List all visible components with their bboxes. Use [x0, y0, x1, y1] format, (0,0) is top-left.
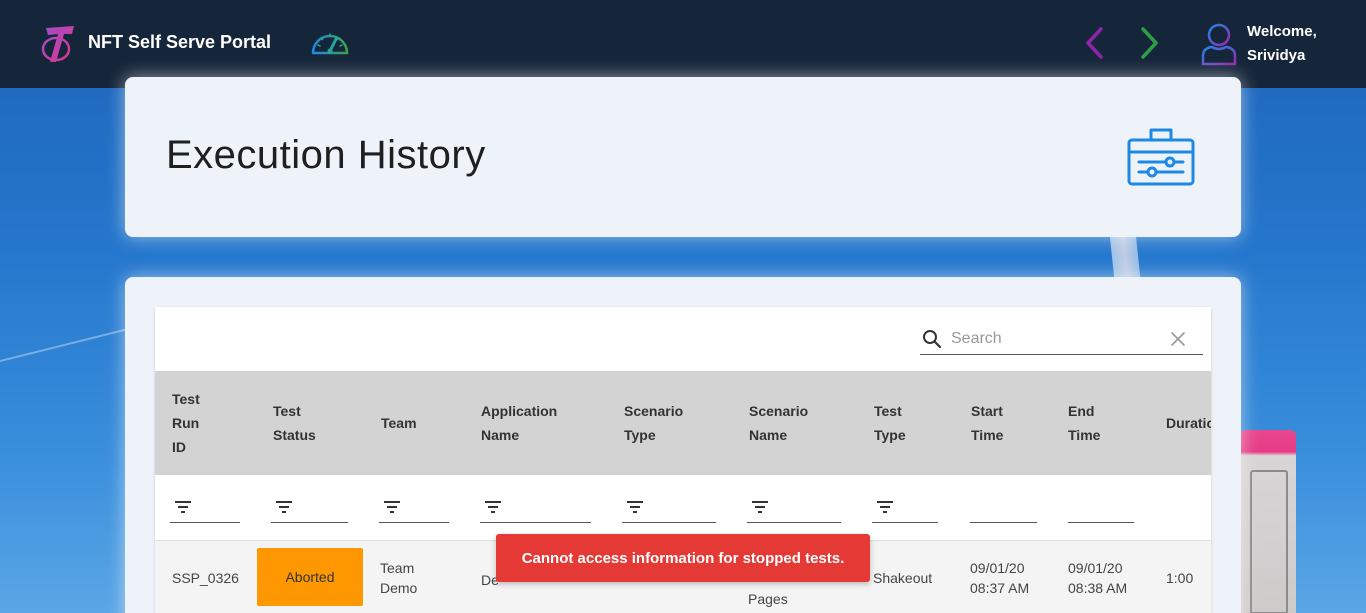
filter-scenario-type[interactable] [622, 497, 716, 523]
speedometer-icon[interactable] [309, 27, 351, 59]
cell-start-clock: 08:37 AM [970, 580, 1030, 596]
filter-icon [877, 501, 893, 513]
column-header-test-type[interactable]: Test Type [874, 371, 954, 475]
column-header-label: Time [1068, 427, 1101, 443]
column-header-start-time[interactable]: Start Time [971, 371, 1051, 475]
filter-icon [276, 501, 292, 513]
welcome-message: Welcome, Srividya [1247, 20, 1317, 68]
column-header-label: Name [749, 427, 788, 443]
cell-test-type: Shakeout [873, 570, 933, 586]
column-header-end-time[interactable]: End Time [1068, 371, 1148, 475]
telstra-logo-icon[interactable] [40, 22, 78, 64]
status-badge: Aborted [257, 548, 363, 606]
chevron-right-icon[interactable] [1138, 26, 1162, 60]
filter-application-name[interactable] [480, 497, 591, 523]
filter-row [155, 475, 1211, 541]
search-icon [923, 330, 942, 349]
filter-icon [175, 501, 191, 513]
cell-start-date: 09/01/20 [970, 560, 1025, 576]
column-header-label: Scenario [624, 403, 684, 419]
cell-end-date: 09/01/20 [1068, 560, 1123, 576]
column-header-test-run-id[interactable]: Test Run ID [172, 371, 252, 475]
cell-team: Team Demo [380, 541, 417, 613]
user-avatar-icon[interactable] [1200, 22, 1238, 66]
column-header-label: Type [874, 427, 906, 443]
filter-icon [752, 501, 768, 513]
filter-test-type[interactable] [872, 497, 938, 523]
cell-end-time: 09/01/20 08:38 AM [1068, 541, 1127, 613]
welcome-username: Srividya [1247, 47, 1306, 64]
search-bar [920, 325, 1203, 355]
column-header-label: Application [481, 403, 558, 419]
column-header-label: Type [624, 427, 656, 443]
filter-end-time[interactable] [1068, 497, 1134, 523]
column-header-scenario-name[interactable]: Scenario Name [749, 371, 849, 475]
column-header-application-name[interactable]: Application Name [481, 371, 601, 475]
error-toast[interactable]: Cannot access information for stopped te… [496, 534, 870, 582]
chevron-left-icon[interactable] [1082, 26, 1106, 60]
filter-icon [627, 501, 643, 513]
cell-start-time: 09/01/20 08:37 AM [970, 541, 1029, 613]
column-header-test-status[interactable]: Test Status [273, 371, 363, 475]
cell-team-line: Team [380, 560, 415, 576]
brand-title: NFT Self Serve Portal [88, 32, 272, 52]
page-header-card: Execution History [125, 77, 1241, 237]
top-navbar: NFT Self Serve Portal Welcome, Srividya [0, 0, 1366, 88]
filter-start-time[interactable] [970, 497, 1037, 523]
filter-icon [485, 501, 501, 513]
welcome-greeting: Welcome, [1247, 23, 1317, 40]
toolbox-icon [1127, 128, 1195, 186]
column-header-label: Start [971, 403, 1003, 419]
column-header-label: Name [481, 427, 520, 443]
column-header-scenario-type[interactable]: Scenario Type [624, 371, 724, 475]
cell-end-clock: 08:38 AM [1068, 580, 1128, 596]
search-input[interactable] [951, 327, 1161, 351]
page-title: Execution History [166, 133, 486, 177]
filter-icon [384, 501, 400, 513]
column-header-label: Test [273, 403, 301, 419]
column-header-team[interactable]: Team [381, 371, 471, 475]
column-header-label: Test [172, 391, 200, 407]
column-header-label: Duratio [1166, 415, 1211, 431]
cell-team-line: Demo [380, 580, 418, 596]
column-header-label: Test [874, 403, 902, 419]
filter-team[interactable] [379, 497, 449, 523]
column-header-label: ID [172, 439, 186, 455]
table-header-row: Test Run ID Test Status Team Application… [155, 371, 1211, 475]
background-post [1240, 430, 1296, 613]
column-header-duration[interactable]: Duratio [1166, 371, 1211, 475]
column-header-label: Run [172, 415, 200, 431]
filter-test-run-id[interactable] [170, 497, 240, 523]
filter-test-status[interactable] [271, 497, 348, 523]
column-header-label: Time [971, 427, 1004, 443]
column-header-label: Status [273, 427, 316, 443]
close-icon[interactable] [1170, 331, 1186, 347]
column-header-label: End [1068, 403, 1095, 419]
cell-test-run-id: SSP_0326 [172, 570, 239, 586]
filter-scenario-name[interactable] [747, 497, 841, 523]
column-header-label: Scenario [749, 403, 809, 419]
cell-duration: 1:00 [1166, 570, 1194, 586]
column-header-label: Team [381, 415, 417, 431]
